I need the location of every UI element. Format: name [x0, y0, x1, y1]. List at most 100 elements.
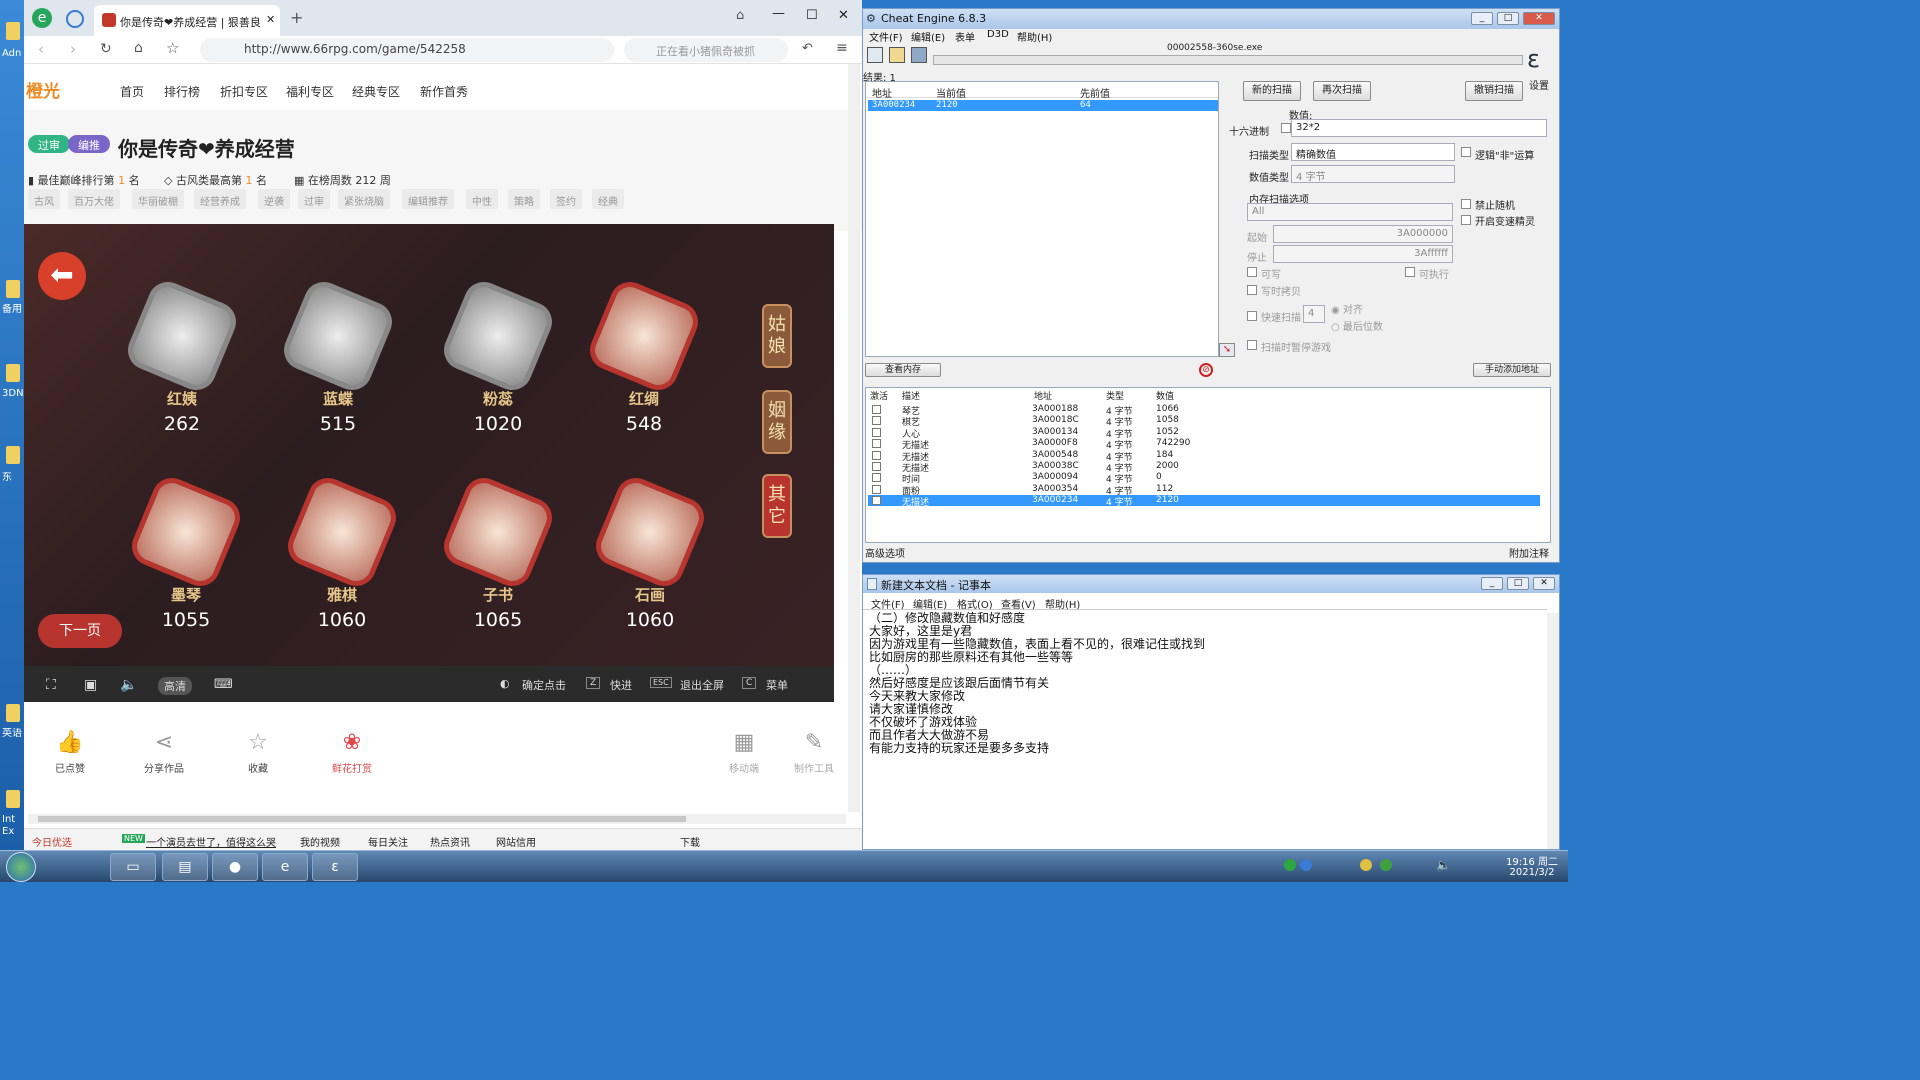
- side-button-girls[interactable]: 姑娘: [762, 304, 792, 368]
- refresh-icon[interactable]: ↻: [100, 41, 112, 57]
- ce-settings-label[interactable]: 设置: [1529, 77, 1549, 92]
- active-checkbox[interactable]: [872, 439, 881, 449]
- ce-address-table[interactable]: 激活 描述 地址 类型 数值 琴艺 3A000188 4 字节 1066 棋艺 3A000…: [865, 387, 1551, 543]
- character-card[interactable]: 红绸 548: [583, 275, 705, 435]
- desktop-icon[interactable]: [6, 22, 20, 40]
- col-addr[interactable]: 地址: [1034, 389, 1052, 402]
- np-minimize-icon[interactable]: _: [1481, 577, 1503, 590]
- side-button-marriage[interactable]: 姻缘: [762, 390, 792, 454]
- tag[interactable]: 百万大佬: [68, 189, 120, 209]
- compass-icon[interactable]: [66, 10, 84, 28]
- menu-label[interactable]: 菜单: [766, 677, 788, 693]
- tag[interactable]: 经营养成: [194, 189, 246, 209]
- taskbar-browser-icon[interactable]: e: [262, 853, 308, 881]
- np-close-icon[interactable]: ✕: [1533, 577, 1555, 590]
- volume-tray-icon[interactable]: 🔈: [1436, 858, 1451, 872]
- undo-icon[interactable]: ↶: [802, 41, 813, 56]
- desktop-icon[interactable]: [6, 704, 20, 722]
- taskbar-app-icon[interactable]: ▭: [110, 853, 156, 881]
- active-checkbox[interactable]: [872, 473, 881, 483]
- not-op-checkbox[interactable]: [1461, 147, 1471, 157]
- shirt-icon[interactable]: ⌂: [736, 8, 744, 23]
- next-scan-button[interactable]: 再次扫描: [1313, 81, 1371, 101]
- taskbar-cheatengine-icon[interactable]: ε: [312, 853, 358, 881]
- quality-button[interactable]: 高清: [158, 677, 192, 695]
- np-scrollbar[interactable]: [1547, 613, 1559, 849]
- ce-menu-file[interactable]: 文件(F): [869, 29, 903, 44]
- tag[interactable]: 古风: [28, 189, 60, 209]
- back-icon[interactable]: ‹: [38, 40, 44, 58]
- col-address[interactable]: 地址: [872, 85, 892, 100]
- fast-scan-checkbox[interactable]: [1247, 311, 1257, 321]
- active-checkbox[interactable]: [872, 484, 881, 494]
- taskbar-media-icon[interactable]: ●: [212, 853, 258, 881]
- status-credit[interactable]: 网站信用: [496, 834, 536, 849]
- ce-minimize-icon[interactable]: _: [1471, 12, 1493, 25]
- hex-checkbox[interactable]: [1281, 123, 1291, 133]
- forward-icon[interactable]: ›: [70, 40, 76, 58]
- ce-results-list[interactable]: 地址 当前值 先前值 3A000234 2120 64: [865, 81, 1219, 357]
- save-icon[interactable]: [911, 47, 927, 63]
- stop-input[interactable]: 3Affffff: [1273, 245, 1453, 263]
- address-table-row[interactable]: 无描述 3A000234 4 字节 2120: [868, 495, 1540, 508]
- undo-scan-button[interactable]: 撤销扫描: [1465, 81, 1523, 101]
- tag[interactable]: 中性: [466, 189, 498, 209]
- confirm-click-label[interactable]: 确定点击: [522, 677, 566, 693]
- share-button[interactable]: ⋖ 分享作品: [124, 730, 204, 775]
- tray-icon[interactable]: [1360, 859, 1372, 871]
- character-card[interactable]: 子书 1065: [437, 471, 559, 631]
- close-tab-icon[interactable]: ✕: [266, 13, 275, 26]
- open-file-icon[interactable]: [889, 47, 905, 63]
- address-table-row[interactable]: 无描述 3A0000F8 4 字节 742290: [868, 438, 1540, 451]
- ce-menu-d3d[interactable]: D3D: [987, 29, 1009, 40]
- side-button-other[interactable]: 其它: [762, 474, 792, 538]
- desktop-icon[interactable]: [6, 790, 20, 808]
- status-my-video[interactable]: 我的视频: [300, 834, 340, 849]
- open-process-icon[interactable]: [867, 47, 883, 63]
- active-checkbox[interactable]: [872, 416, 881, 426]
- nav-item[interactable]: 新作首秀: [420, 83, 468, 100]
- browser-logo-icon[interactable]: e: [32, 8, 52, 28]
- character-card[interactable]: 雅棋 1060: [281, 471, 403, 631]
- tag[interactable]: 策略: [508, 189, 540, 209]
- star-icon[interactable]: ☆: [166, 39, 179, 57]
- ce-menu-help[interactable]: 帮助(H): [1017, 29, 1052, 44]
- nav-item[interactable]: 首页: [120, 83, 144, 100]
- value-input[interactable]: 32*2: [1291, 119, 1547, 137]
- fast-forward-label[interactable]: 快进: [610, 677, 632, 693]
- tag[interactable]: 紧张烧脑: [338, 189, 390, 209]
- result-row[interactable]: 3A000234 2120 64: [868, 100, 1218, 111]
- last-digits-radio[interactable]: ○ 最后位数: [1331, 318, 1383, 333]
- value-type-select[interactable]: 4 字节: [1291, 165, 1455, 183]
- tray-icon[interactable]: [1284, 859, 1296, 871]
- np-menu-format[interactable]: 格式(O): [957, 596, 993, 611]
- back-arrow-button[interactable]: ⬅: [38, 252, 86, 300]
- screenshot-icon[interactable]: ▣: [84, 677, 97, 693]
- next-page-button[interactable]: 下一页: [38, 614, 122, 648]
- col-previous[interactable]: 先前值: [1080, 85, 1110, 100]
- tag[interactable]: 过审: [298, 189, 330, 209]
- view-memory-button[interactable]: 查看内存: [865, 363, 941, 377]
- nav-item[interactable]: 排行榜: [164, 83, 200, 100]
- vertical-scrollbar[interactable]: [848, 64, 860, 812]
- liked-button[interactable]: 👍 已点赞: [30, 730, 110, 775]
- np-menu-edit[interactable]: 编辑(E): [913, 596, 947, 611]
- status-hot[interactable]: 热点资讯: [430, 834, 470, 849]
- align-radio[interactable]: ◉ 对齐: [1331, 301, 1363, 316]
- ce-menu-edit[interactable]: 编辑(E): [911, 29, 945, 44]
- start-button[interactable]: [6, 852, 36, 882]
- favorite-button[interactable]: ☆ 收藏: [218, 730, 298, 775]
- tag[interactable]: 签约: [550, 189, 582, 209]
- desktop-icon[interactable]: [6, 364, 20, 382]
- make-tool-button[interactable]: ✎ 制作工具: [774, 730, 854, 775]
- close-window-icon[interactable]: ✕: [838, 8, 849, 23]
- np-menu-file[interactable]: 文件(F): [871, 596, 905, 611]
- address-table-row[interactable]: 面粉 3A000354 4 字节 112: [868, 484, 1540, 497]
- active-checkbox[interactable]: [872, 462, 881, 471]
- exit-fullscreen-label[interactable]: 退出全屏: [680, 677, 724, 693]
- nav-item[interactable]: 福利专区: [286, 83, 334, 100]
- character-card[interactable]: 石画 1060: [589, 471, 711, 631]
- active-checkbox[interactable]: [872, 405, 881, 414]
- address-table-row[interactable]: 时间 3A000094 4 字节 0: [868, 472, 1540, 485]
- status-today[interactable]: 今日优选: [32, 834, 72, 849]
